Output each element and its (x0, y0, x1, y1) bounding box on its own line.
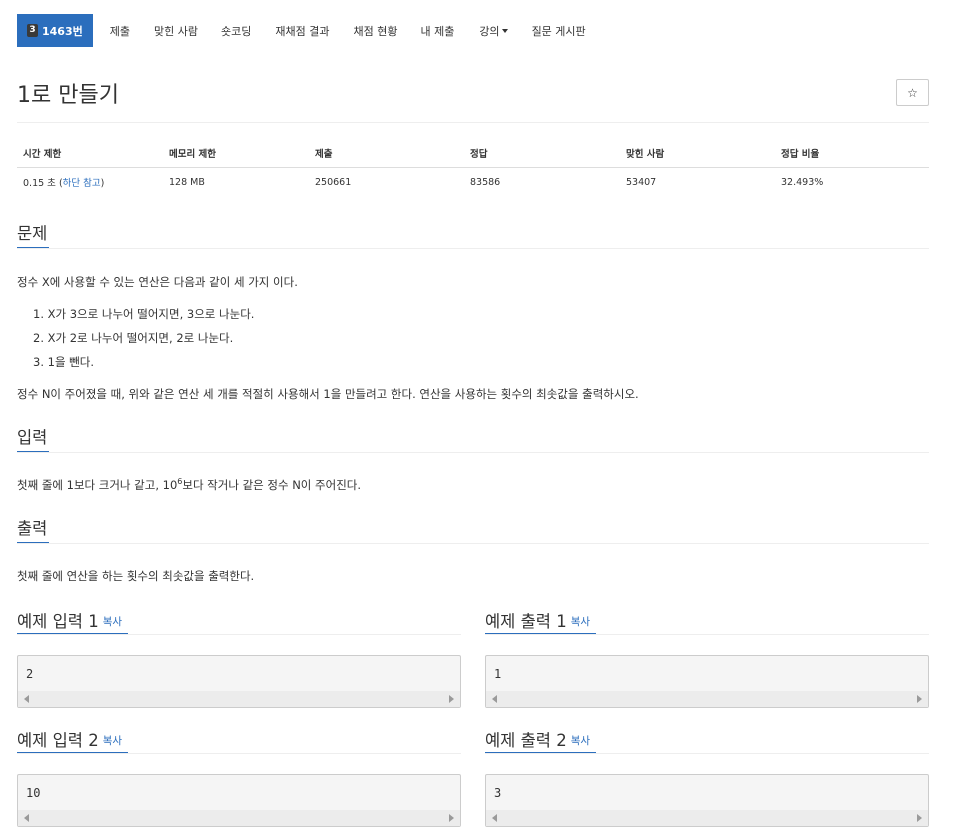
input-description: 첫째 줄에 1보다 크거나 같고, 106보다 작거나 같은 정수 N이 주어진… (17, 477, 361, 493)
scroll-left-icon[interactable] (24, 814, 29, 822)
tab-my-submissions[interactable]: 내 제출 (420, 23, 454, 39)
sample-output-2-box[interactable]: 3 (485, 774, 929, 827)
cell-submissions: 250661 (315, 176, 352, 188)
header-solvers: 맞힌 사람 (620, 139, 775, 168)
horizontal-scrollbar[interactable] (18, 691, 460, 707)
sample-input-1-divider (17, 634, 461, 635)
problem-menu: 3 1463번 제출 맞힌 사람 숏코딩 재채점 결과 채점 현황 내 제출 강… (17, 14, 586, 47)
horizontal-scrollbar[interactable] (486, 810, 928, 826)
time-note-open: ( (55, 178, 63, 189)
scroll-right-icon[interactable] (917, 814, 922, 822)
copy-sample-input-2-button[interactable]: 복사 (103, 735, 122, 747)
scroll-left-icon[interactable] (24, 695, 29, 703)
sample-input-2-divider (17, 753, 461, 754)
favorite-button[interactable]: ☆ (896, 79, 929, 106)
sample-input-2-value: 10 (26, 786, 41, 800)
cell-ratio: 32.493% (781, 176, 824, 188)
sample-output-1-box[interactable]: 1 (485, 655, 929, 708)
sample-input-2-title: 예제 입력 2 (17, 731, 99, 750)
tab-problem[interactable]: 3 1463번 (17, 14, 93, 47)
table-header-row: 시간 제한 메모리 제한 제출 정답 맞힌 사람 정답 비율 (17, 139, 929, 168)
sample-output-2-heading: 예제 출력 2 복사 (485, 727, 590, 751)
problem-info-table: 시간 제한 메모리 제한 제출 정답 맞힌 사람 정답 비율 0.15 초 (하… (17, 139, 929, 196)
cell-solvers: 53407 (626, 176, 657, 188)
tier-badge-icon: 3 (27, 24, 38, 37)
tab-lectures[interactable]: 강의 (479, 23, 508, 39)
problem-intro: 정수 X에 사용할 수 있는 연산은 다음과 같이 세 가지 이다. (17, 275, 298, 289)
sample-input-1-title: 예제 입력 1 (17, 612, 99, 631)
cell-correct: 83586 (470, 176, 501, 188)
output-description: 첫째 줄에 연산을 하는 횟수의 최솟값을 출력한다. (17, 569, 255, 583)
header-submissions: 제출 (309, 139, 464, 168)
copy-sample-output-2-button[interactable]: 복사 (571, 735, 590, 747)
header-correct: 정답 (464, 139, 620, 168)
scroll-left-icon[interactable] (492, 814, 497, 822)
input-text-b: 보다 작거나 같은 정수 N이 주어진다. (182, 478, 362, 492)
scroll-left-icon[interactable] (492, 695, 497, 703)
problem-outro: 정수 N이 주어졌을 때, 위와 같은 연산 세 개를 적절히 사용해서 1을 … (17, 387, 639, 401)
tab-problem-label: 1463번 (42, 24, 83, 38)
list-item: 3. 1을 뺀다. (33, 355, 94, 369)
tab-rejudge[interactable]: 재채점 결과 (275, 23, 329, 39)
section-input-heading: 입력 (17, 428, 48, 447)
title-divider (17, 122, 929, 123)
sample-output-1-value: 1 (494, 667, 502, 681)
scroll-right-icon[interactable] (449, 814, 454, 822)
sample-input-1-value: 2 (26, 667, 34, 681)
star-icon: ☆ (907, 85, 918, 100)
caret-down-icon (501, 28, 508, 33)
list-item: 2. X가 2로 나누어 떨어지면, 2로 나눈다. (33, 331, 234, 345)
section-problem-divider (17, 248, 929, 249)
section-input-divider (17, 452, 929, 453)
section-output-heading: 출력 (17, 519, 48, 538)
scroll-right-icon[interactable] (449, 695, 454, 703)
sample-output-2-divider (485, 753, 929, 754)
section-problem-heading: 문제 (17, 224, 48, 243)
time-note-close: ) (100, 178, 105, 189)
horizontal-scrollbar[interactable] (18, 810, 460, 826)
sample-input-2-box[interactable]: 10 (17, 774, 461, 827)
tab-status[interactable]: 채점 현황 (353, 23, 397, 39)
tab-shortcoding[interactable]: 숏코딩 (221, 23, 251, 39)
page-title: 1로 만들기 (17, 83, 119, 108)
copy-sample-output-1-button[interactable]: 복사 (571, 616, 590, 628)
sample-input-2-heading: 예제 입력 2 복사 (17, 727, 122, 751)
horizontal-scrollbar[interactable] (486, 691, 928, 707)
sample-output-2-value: 3 (494, 786, 502, 800)
input-text-a: 첫째 줄에 1보다 크거나 같고, 10 (17, 478, 178, 492)
header-time-limit: 시간 제한 (17, 139, 163, 168)
list-item: 1. X가 3으로 나누어 떨어지면, 3으로 나눈다. (33, 307, 255, 321)
copy-sample-input-1-button[interactable]: 복사 (103, 616, 122, 628)
header-ratio: 정답 비율 (775, 139, 929, 168)
cell-memory-limit: 128 MB (169, 176, 205, 188)
table-row: 0.15 초 (하단 참고) 128 MB 250661 83586 53407… (17, 168, 929, 197)
tab-solvers[interactable]: 맞힌 사람 (154, 23, 198, 39)
tab-lectures-label: 강의 (479, 24, 500, 38)
scroll-right-icon[interactable] (917, 695, 922, 703)
section-output-divider (17, 543, 929, 544)
time-note-link[interactable]: 하단 참고 (63, 178, 101, 189)
sample-input-1-box[interactable]: 2 (17, 655, 461, 708)
tab-submit[interactable]: 제출 (110, 23, 130, 39)
tab-board[interactable]: 질문 게시판 (532, 23, 586, 39)
sample-input-1-heading: 예제 입력 1 복사 (17, 608, 122, 632)
cell-time-limit: 0.15 초 (하단 참고) (17, 168, 163, 197)
sample-output-2-title: 예제 출력 2 (485, 731, 567, 750)
sample-output-1-title: 예제 출력 1 (485, 612, 567, 631)
time-limit-value: 0.15 초 (23, 178, 56, 189)
sample-output-1-divider (485, 634, 929, 635)
sample-output-1-heading: 예제 출력 1 복사 (485, 608, 590, 632)
header-memory-limit: 메모리 제한 (163, 139, 309, 168)
